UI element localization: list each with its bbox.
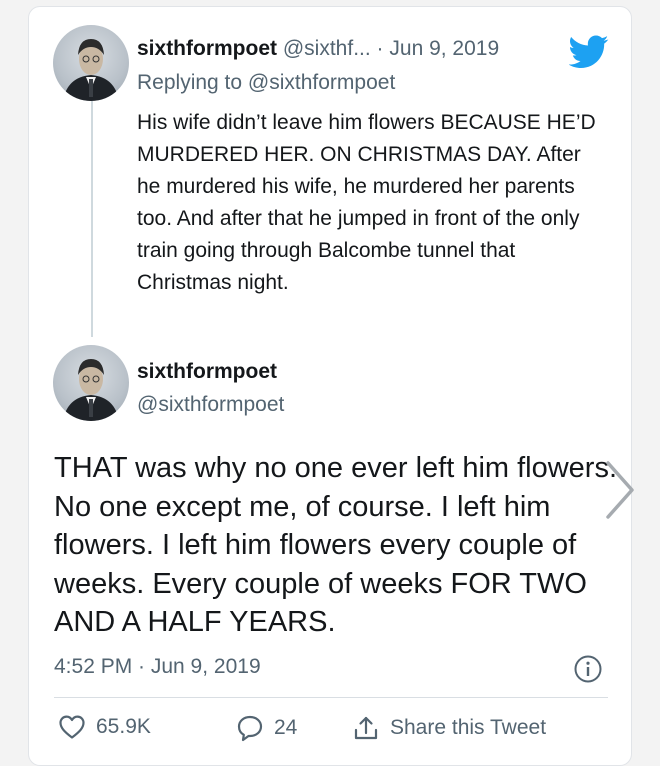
share-icon [354, 716, 378, 740]
heart-icon [59, 715, 85, 739]
share-label: Share this Tweet [390, 716, 547, 739]
tweet2-text: THAT was why no one ever left him flower… [54, 452, 618, 638]
tweet1-header: sixthformpoet @sixthf... · Jun 9, 2019 [137, 37, 499, 61]
share-button[interactable]: Share this Tweet [352, 714, 546, 742]
user-handle[interactable]: @sixthformpoet [137, 393, 284, 417]
user-handle[interactable]: @sixthf... [283, 37, 371, 60]
replying-mention-link[interactable]: @sixthformpoet [248, 71, 395, 94]
info-icon[interactable] [573, 654, 603, 684]
avatar[interactable] [53, 345, 129, 421]
tweet-date[interactable]: Jun 9, 2019 [389, 37, 499, 60]
like-button[interactable]: 65.9K [58, 714, 151, 740]
reply-count: 24 [274, 716, 298, 739]
like-count: 65.9K [96, 715, 151, 738]
display-name[interactable]: sixthformpoet [137, 37, 277, 60]
replying-prefix: Replying to [137, 71, 243, 94]
separator-dot: · [376, 37, 384, 60]
replying-to: Replying to @sixthformpoet [137, 71, 395, 95]
divider [54, 697, 608, 698]
twitter-bird-icon[interactable] [569, 35, 609, 69]
avatar[interactable] [53, 25, 129, 101]
tweet1-text: His wife didn’t leave him flowers BECAUS… [137, 111, 596, 294]
next-button[interactable] [580, 440, 660, 540]
portrait-icon [63, 359, 119, 421]
chevron-right-icon [606, 461, 634, 519]
reply-button[interactable]: 24 [236, 714, 297, 742]
tweet-timestamp[interactable]: 4:52 PM · Jun 9, 2019 [54, 655, 261, 679]
portrait-icon [63, 39, 119, 101]
tweet-card: sixthformpoet @sixthf... · Jun 9, 2019 R… [28, 6, 632, 766]
display-name[interactable]: sixthformpoet [137, 360, 277, 384]
thread-connector-line [91, 101, 93, 337]
speech-bubble-icon [237, 715, 263, 742]
